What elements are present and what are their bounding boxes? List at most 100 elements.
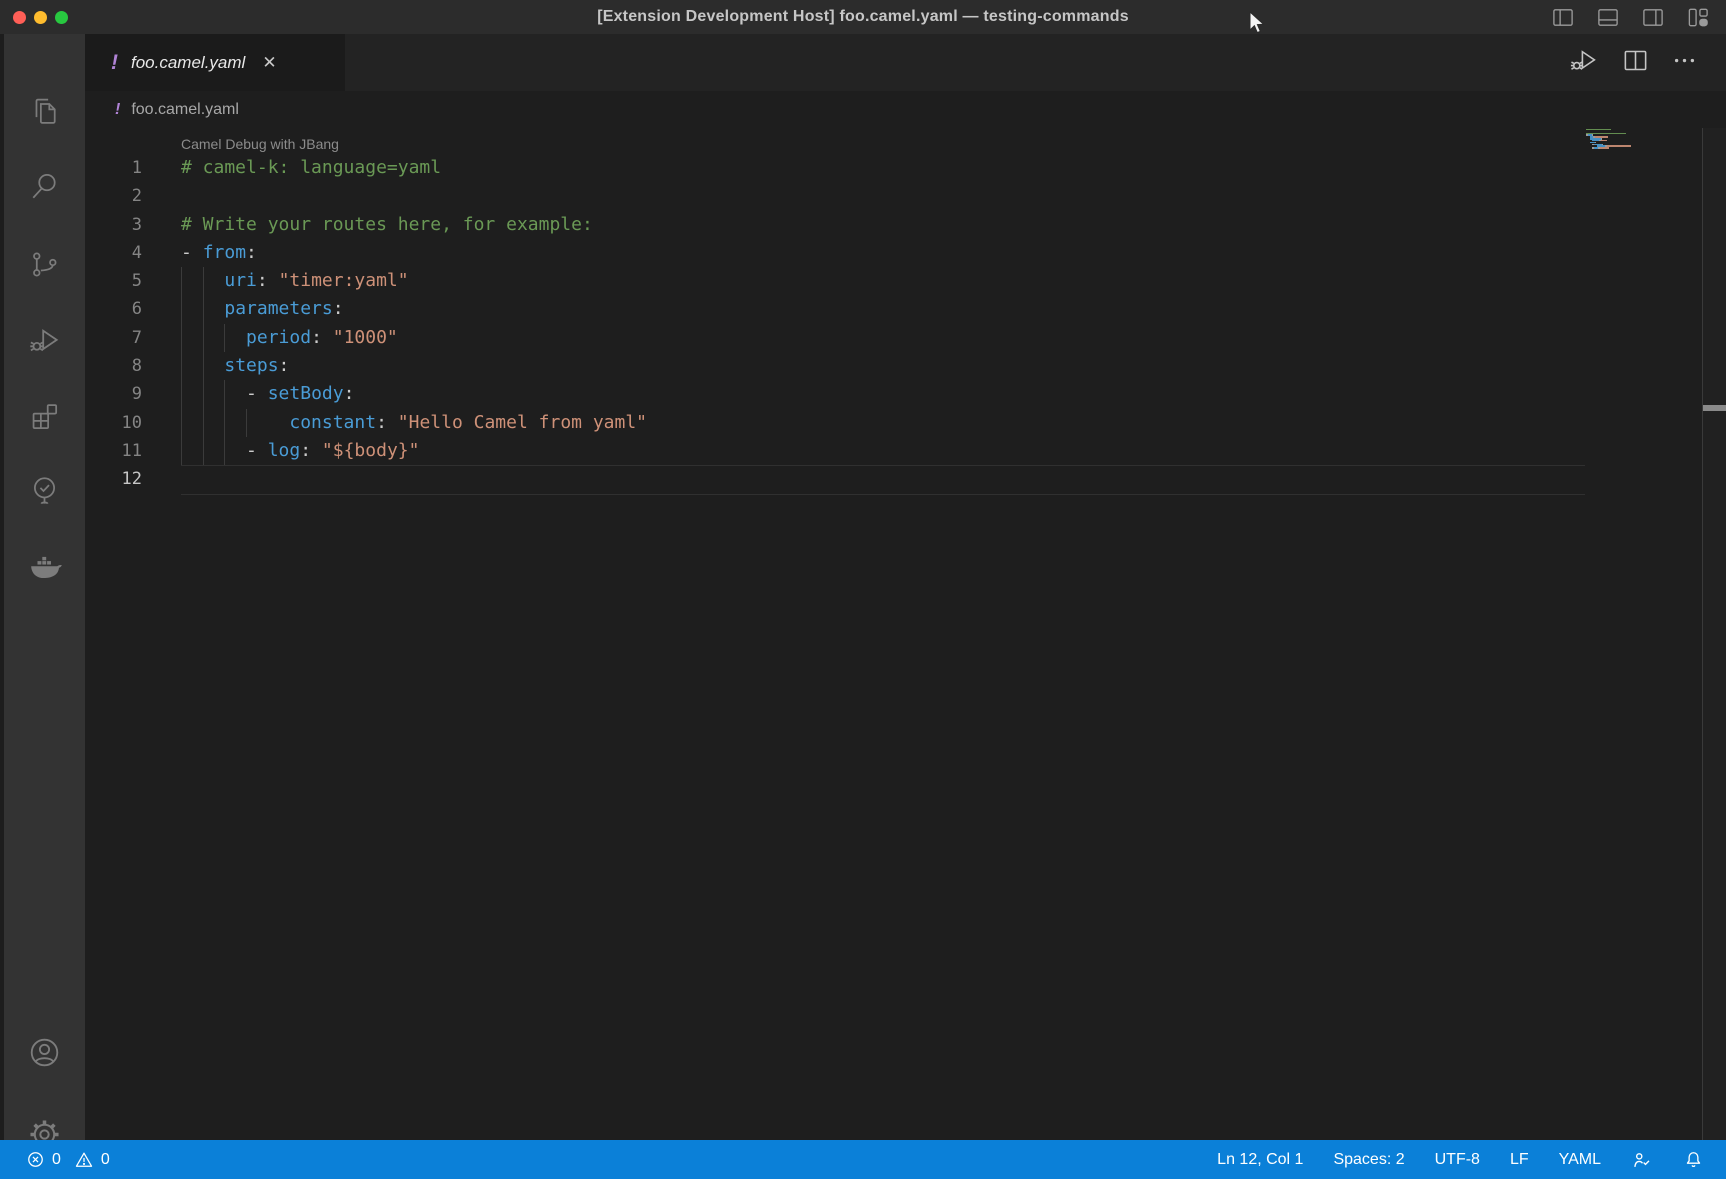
line-number[interactable]: 8 (85, 352, 142, 380)
code-line-text[interactable]: period: "1000" (181, 324, 1726, 352)
code-line[interactable]: 6 parameters: (85, 295, 1726, 323)
line-number[interactable]: 2 (85, 182, 142, 210)
line-number[interactable]: 5 (85, 267, 142, 295)
indent-guide (181, 352, 182, 380)
indent-guide (181, 380, 182, 408)
notifications-bell-icon[interactable] (1683, 1149, 1704, 1170)
code-line[interactable]: 12 (85, 465, 1726, 493)
tab-bar: ! foo.camel.yaml ✕ (85, 34, 1726, 91)
code-line-text[interactable]: # Write your routes here, for example: (181, 211, 1726, 239)
code-line[interactable]: 4 - from: (85, 239, 1726, 267)
code-line-text[interactable]: constant: "Hello Camel from yaml" (181, 409, 1726, 437)
eol-status[interactable]: LF (1510, 1151, 1529, 1169)
line-number[interactable]: 4 (85, 239, 142, 267)
run-or-debug-icon[interactable] (1568, 44, 1600, 81)
breadcrumb-file[interactable]: foo.camel.yaml (131, 101, 239, 119)
line-number[interactable]: 3 (85, 211, 142, 239)
indent-guide (203, 352, 204, 380)
code-line-text[interactable]: - from: (181, 239, 1726, 267)
code-line[interactable]: 1 # camel-k: language=yaml (85, 154, 1726, 182)
code-line[interactable]: 10 constant: "Hello Camel from yaml" (85, 409, 1726, 437)
code-line[interactable]: 3 # Write your routes here, for example: (85, 211, 1726, 239)
code-line[interactable]: 2 (85, 182, 1726, 210)
line-number[interactable]: 11 (85, 437, 142, 465)
indent-guide (181, 324, 182, 352)
toggle-primary-sidebar-icon[interactable] (1551, 6, 1575, 29)
code-line-text[interactable]: - setBody: (181, 380, 1726, 408)
token-punct: : (279, 355, 290, 376)
code-line-text[interactable] (181, 465, 1726, 493)
minimize-window-button[interactable] (34, 11, 47, 24)
token-plain (181, 383, 246, 404)
encoding-status[interactable]: UTF-8 (1435, 1151, 1480, 1169)
code-line-text[interactable]: steps: (181, 352, 1726, 380)
minimap[interactable] (1586, 129, 1698, 151)
line-number[interactable]: 12 (85, 465, 142, 493)
line-number[interactable]: 6 (85, 295, 142, 323)
problems-status[interactable]: 0 0 (0, 1150, 110, 1169)
token-comment: # camel-k: language=yaml (181, 157, 441, 178)
token-key: period (246, 327, 311, 348)
source-control-icon[interactable] (4, 238, 85, 290)
code-line-text[interactable]: parameters: (181, 295, 1726, 323)
code-line[interactable]: 9 - setBody: (85, 380, 1726, 408)
code-line[interactable]: 11 - log: "${body}" (85, 437, 1726, 465)
run-and-debug-icon[interactable] (4, 314, 85, 366)
token-punct: : (333, 298, 344, 319)
line-number[interactable]: 9 (85, 380, 142, 408)
indent-guide (224, 437, 225, 465)
codelens-camel-debug-link[interactable]: Camel Debug with JBang (181, 136, 339, 154)
cursor-position-status[interactable]: Ln 12, Col 1 (1217, 1151, 1303, 1169)
indent-guide (203, 324, 204, 352)
error-icon (26, 1150, 45, 1169)
code-line[interactable]: 8 steps: (85, 352, 1726, 380)
line-number[interactable]: 7 (85, 324, 142, 352)
token-string: "${body}" (322, 440, 420, 461)
close-tab-icon[interactable]: ✕ (262, 54, 276, 71)
more-actions-icon[interactable] (1671, 47, 1698, 79)
code-line-text[interactable]: - log: "${body}" (181, 437, 1726, 465)
accounts-icon[interactable] (4, 1026, 85, 1078)
toggle-secondary-sidebar-icon[interactable] (1641, 6, 1665, 29)
token-key: constant (289, 412, 376, 433)
code-line-text[interactable]: # camel-k: language=yaml (181, 154, 1726, 182)
breadcrumb[interactable]: ! foo.camel.yaml (85, 91, 1726, 128)
code-line[interactable]: 5 uri: "timer:yaml" (85, 267, 1726, 295)
line-number[interactable]: 10 (85, 409, 142, 437)
indent-guide (224, 380, 225, 408)
code-line[interactable]: 7 period: "1000" (85, 324, 1726, 352)
customize-layout-icon[interactable] (1686, 6, 1710, 29)
explorer-icon[interactable] (4, 84, 85, 136)
testing-icon[interactable] (4, 464, 85, 516)
toggle-panel-icon[interactable] (1596, 6, 1620, 29)
warning-count: 0 (101, 1151, 110, 1169)
token-key: uri (224, 270, 257, 291)
activity-bar (0, 34, 85, 1140)
overview-ruler[interactable] (1702, 128, 1726, 1140)
zoom-window-button[interactable] (55, 11, 68, 24)
language-mode-status[interactable]: YAML (1559, 1151, 1601, 1169)
close-window-button[interactable] (13, 11, 26, 24)
indent-guide (203, 409, 204, 437)
code-line-text[interactable] (181, 182, 1726, 210)
feedback-icon[interactable] (1631, 1149, 1653, 1171)
warning-icon (74, 1150, 94, 1169)
token-punct: : (344, 383, 355, 404)
token-key: from (203, 242, 246, 263)
tab-label: foo.camel.yaml (131, 53, 245, 73)
window-controls (0, 11, 68, 24)
titlebar: [Extension Development Host] foo.camel.y… (0, 0, 1726, 34)
indent-guide (181, 409, 182, 437)
search-icon[interactable] (4, 160, 85, 212)
token-key: steps (224, 355, 278, 376)
line-number[interactable]: 1 (85, 154, 142, 182)
indentation-status[interactable]: Spaces: 2 (1333, 1151, 1404, 1169)
docker-icon[interactable] (4, 539, 85, 591)
tab-foo-camel-yaml[interactable]: ! foo.camel.yaml ✕ (85, 34, 345, 91)
extensions-icon[interactable] (4, 390, 85, 442)
split-editor-icon[interactable] (1622, 47, 1649, 79)
token-comment: # Write your routes here, for example: (181, 214, 593, 235)
token-string: "timer:yaml" (279, 270, 409, 291)
code-line-text[interactable]: uri: "timer:yaml" (181, 267, 1726, 295)
window-title: [Extension Development Host] foo.camel.y… (0, 8, 1726, 26)
